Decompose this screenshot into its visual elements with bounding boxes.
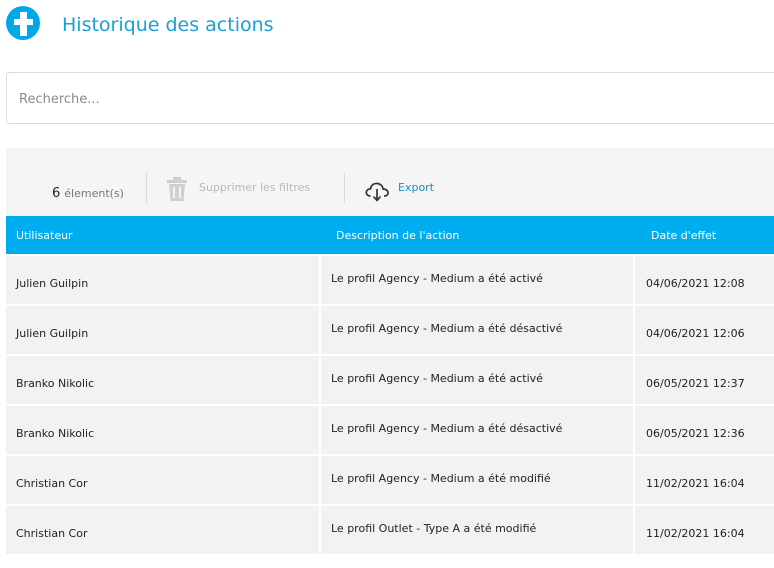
cell-description-text: Le profil Agency - Medium a été activé: [331, 372, 543, 385]
cell-description-text: Le profil Agency - Medium a été désactiv…: [331, 322, 563, 335]
cell-user: Branko Nikolic: [6, 406, 319, 454]
cell-date-text: 04/06/2021 12:06: [646, 327, 745, 340]
plus-circle-icon[interactable]: [6, 6, 40, 40]
cell-description: Le profil Agency - Medium a été activé: [321, 256, 633, 304]
cell-date: 11/02/2021 16:04: [635, 506, 774, 554]
table-header: Utilisateur Description de l'action Date…: [6, 216, 774, 254]
cell-date: 06/05/2021 12:37: [635, 356, 774, 404]
table-row[interactable]: Branko Nikolic Le profil Agency - Medium…: [6, 356, 774, 404]
item-count: 6 élement(s): [52, 182, 124, 201]
cell-description-text: Le profil Agency - Medium a été modifié: [331, 472, 551, 485]
toolbar-divider: [344, 173, 345, 203]
clear-filters-label: Supprimer les filtres: [199, 181, 311, 194]
search-input[interactable]: [17, 73, 761, 125]
cell-description: Le profil Agency - Medium a été modifié: [321, 456, 633, 504]
column-header-description[interactable]: Description de l'action: [336, 229, 459, 242]
page-header: Historique des actions: [0, 0, 774, 56]
search-box[interactable]: [6, 72, 774, 125]
column-header-user[interactable]: Utilisateur: [16, 229, 73, 242]
cell-date: 06/05/2021 12:36: [635, 406, 774, 454]
cell-date-text: 06/05/2021 12:37: [646, 377, 745, 390]
table-row[interactable]: Branko Nikolic Le profil Agency - Medium…: [6, 406, 774, 454]
cell-user: Julien Guilpin: [6, 256, 319, 304]
cell-user: Christian Cor: [6, 456, 319, 504]
cell-date: 04/06/2021 12:06: [635, 306, 774, 354]
table-row[interactable]: Julien Guilpin Le profil Agency - Medium…: [6, 256, 774, 304]
table-row[interactable]: Christian Cor Le profil Outlet - Type A …: [6, 506, 774, 554]
cell-date: 11/02/2021 16:04: [635, 456, 774, 504]
cell-description-text: Le profil Agency - Medium a été activé: [331, 272, 543, 285]
cell-user: Julien Guilpin: [6, 306, 319, 354]
export-label: Export: [398, 181, 435, 194]
trash-icon: [166, 176, 188, 206]
cell-user-text: Christian Cor: [16, 477, 88, 490]
cell-description-text: Le profil Outlet - Type A a été modifié: [331, 522, 537, 535]
cell-description: Le profil Agency - Medium a été désactiv…: [321, 306, 633, 354]
cloud-download-icon: [364, 180, 390, 206]
item-count-value: 6: [52, 186, 61, 201]
page-title: Historique des actions: [62, 14, 274, 36]
table-row[interactable]: Christian Cor Le profil Agency - Medium …: [6, 456, 774, 504]
cell-description: Le profil Agency - Medium a été activé: [321, 356, 633, 404]
column-header-date[interactable]: Date d'effet: [651, 229, 716, 242]
cell-description: Le profil Agency - Medium a été désactiv…: [321, 406, 633, 454]
cell-date-text: 11/02/2021 16:04: [646, 477, 745, 490]
item-count-label: élement(s): [64, 187, 124, 200]
cell-description: Le profil Outlet - Type A a été modifié: [321, 506, 633, 554]
cell-user-text: Christian Cor: [16, 527, 88, 540]
cell-date-text: 06/05/2021 12:36: [646, 427, 745, 440]
cell-user-text: Branko Nikolic: [16, 427, 95, 440]
toolbar: 6 élement(s) Supprimer les filtres Export: [6, 148, 774, 216]
actions-table: Utilisateur Description de l'action Date…: [6, 216, 774, 554]
cell-user-text: Julien Guilpin: [16, 277, 89, 290]
cell-user: Branko Nikolic: [6, 356, 319, 404]
cell-description-text: Le profil Agency - Medium a été désactiv…: [331, 422, 563, 435]
cell-user-text: Branko Nikolic: [16, 377, 95, 390]
cell-user: Christian Cor: [6, 506, 319, 554]
cell-date-text: 11/02/2021 16:04: [646, 527, 745, 540]
table-row[interactable]: Julien Guilpin Le profil Agency - Medium…: [6, 306, 774, 354]
cell-date: 04/06/2021 12:08: [635, 256, 774, 304]
cell-date-text: 04/06/2021 12:08: [646, 277, 745, 290]
toolbar-divider: [146, 173, 147, 203]
cell-user-text: Julien Guilpin: [16, 327, 89, 340]
